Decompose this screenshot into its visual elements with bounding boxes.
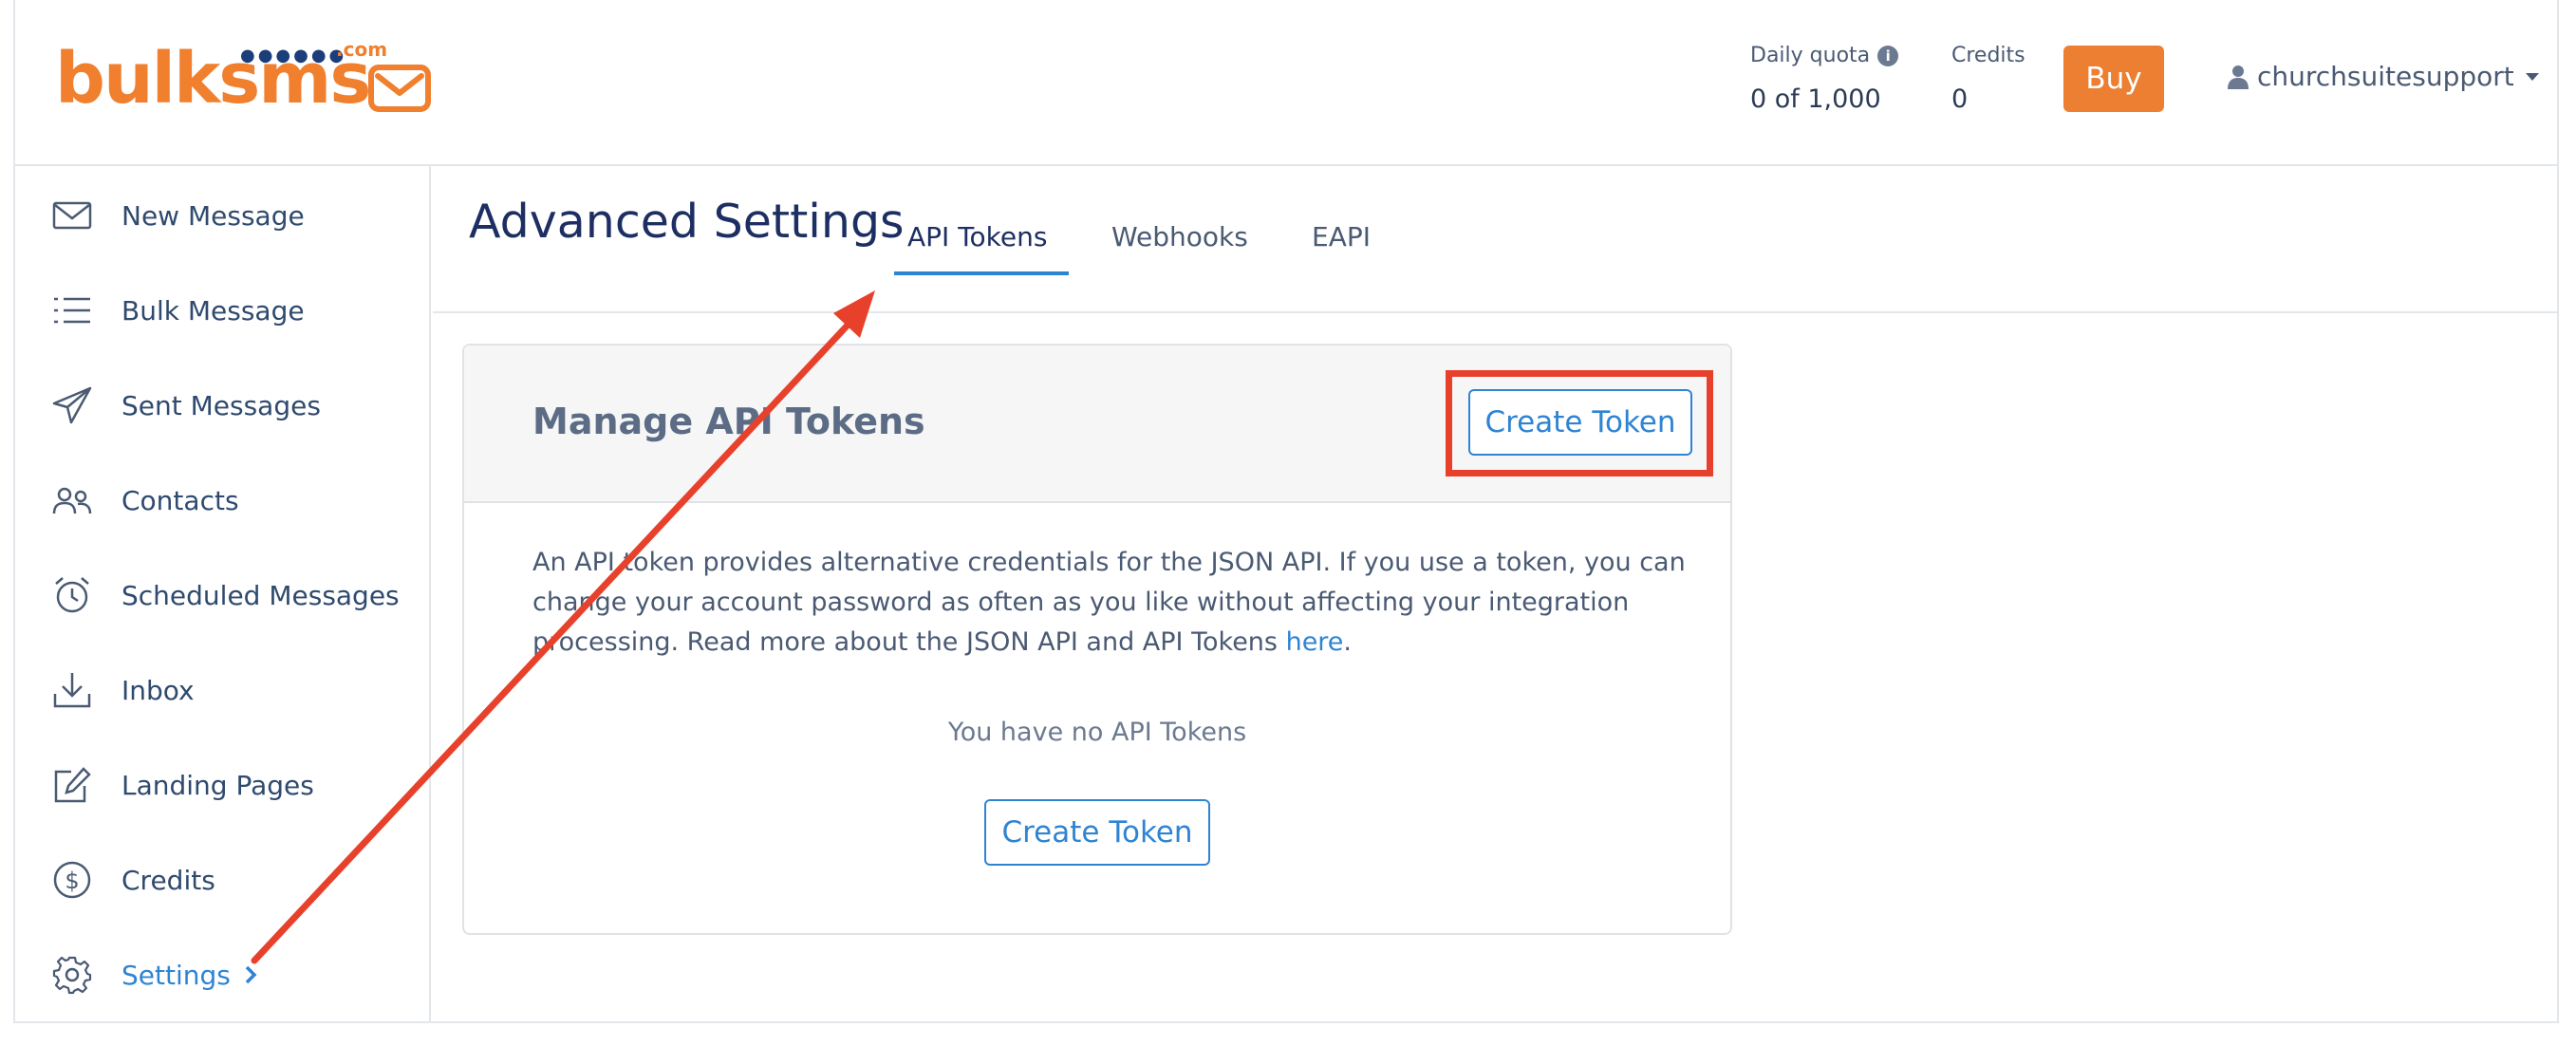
sidebar-item-settings[interactable]: Settings (51, 946, 257, 1003)
info-icon[interactable]: i (1877, 45, 1899, 66)
user-icon (2228, 65, 2249, 89)
logo-wordmark: bulksms (55, 38, 371, 120)
sidebar-item-new-message[interactable]: New Message (51, 187, 305, 244)
sidebar-item-scheduled-messages[interactable]: Scheduled Messages (51, 567, 400, 624)
list-icon (51, 290, 93, 331)
content-header: Advanced Settings API Tokens Webhooks EA… (433, 166, 2559, 313)
dollar-circle-icon: $ (51, 859, 93, 901)
card-header: Manage API Tokens Create Token (464, 346, 1730, 503)
envelope-logo-icon (368, 65, 431, 112)
sidebar-item-bulk-message[interactable]: Bulk Message (51, 282, 305, 339)
sidebar-item-sent-messages[interactable]: Sent Messages (51, 377, 321, 434)
user-menu[interactable]: churchsuitesupport (2227, 61, 2539, 92)
credits-value: 0 (1951, 84, 1969, 114)
daily-quota-value: 0 of 1,000 (1750, 84, 1881, 114)
daily-quota: Daily quota i 0 of 1,000 (1750, 44, 1899, 114)
alarm-clock-icon (51, 574, 93, 616)
here-link[interactable]: here (1286, 627, 1344, 657)
tab-eapi[interactable]: EAPI (1312, 221, 1371, 252)
tab-webhooks[interactable]: Webhooks (1111, 221, 1248, 252)
sidebar-item-contacts[interactable]: Contacts (51, 472, 239, 529)
tab-api-tokens[interactable]: API Tokens (907, 221, 1047, 252)
username: churchsuitesupport (2257, 61, 2514, 92)
gear-icon (51, 954, 93, 996)
credits-label: Credits (1951, 44, 2025, 67)
top-header: ●●●●●● .com bulksms Daily quota i 0 of 1… (15, 0, 2559, 166)
sidebar-item-inbox[interactable]: Inbox (51, 662, 195, 719)
sidebar: New Message Bulk Message Sent Messages C… (15, 166, 431, 1023)
chevron-right-icon (245, 965, 257, 984)
svg-text:$: $ (65, 868, 79, 894)
paper-plane-icon (51, 384, 93, 426)
empty-state-message: You have no API Tokens (947, 718, 1247, 747)
api-token-description: An API token provides alternative creden… (532, 548, 1686, 657)
buy-button[interactable]: Buy (2063, 46, 2164, 112)
users-icon (51, 479, 93, 521)
sidebar-item-landing-pages[interactable]: Landing Pages (51, 756, 314, 813)
chevron-down-icon (2525, 72, 2539, 81)
page-title: Advanced Settings (469, 195, 905, 249)
bulksms-logo[interactable]: ●●●●●● .com bulksms (55, 36, 435, 131)
card-title: Manage API Tokens (532, 401, 925, 442)
credits-summary: Credits 0 (1951, 44, 2025, 114)
create-token-button[interactable]: Create Token (1468, 389, 1692, 456)
manage-api-tokens-card: Manage API Tokens Create Token An API to… (462, 344, 1732, 935)
create-token-button-bottom[interactable]: Create Token (984, 799, 1210, 866)
sidebar-item-credits[interactable]: $ Credits (51, 851, 215, 908)
active-tab-underline (894, 271, 1069, 275)
daily-quota-label: Daily quota (1750, 44, 1871, 67)
edit-icon (51, 764, 93, 806)
envelope-icon (51, 195, 93, 236)
download-icon (51, 669, 93, 711)
